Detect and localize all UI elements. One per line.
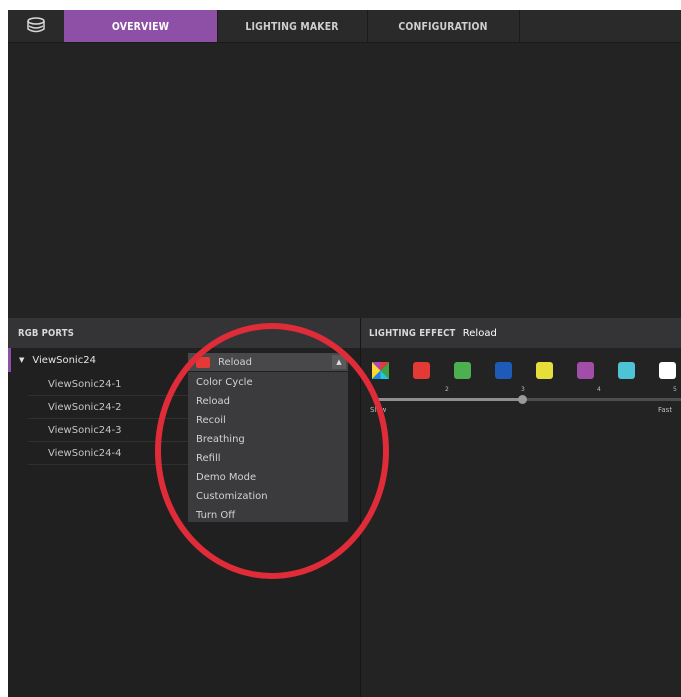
speed-slider-fill <box>373 398 523 401</box>
menu-item-recoil[interactable]: Recoil <box>196 411 226 430</box>
speed-tick-label: 5 <box>673 386 677 393</box>
port-tree-child[interactable]: ViewSonic24-4 <box>28 442 188 465</box>
rgb-ports-header: RGB PORTS <box>8 318 360 348</box>
port-parent-label: ViewSonic24 <box>32 354 96 366</box>
speed-tick-label: 2 <box>445 386 449 393</box>
menu-item-customization[interactable]: Customization <box>196 487 268 506</box>
lighting-effect-header: LIGHTING EFFECT Reload <box>361 318 681 348</box>
speed-min-label: Slow <box>370 406 387 414</box>
port-tree-child[interactable]: ViewSonic24-2 <box>28 396 188 419</box>
color-swatch-blue[interactable] <box>495 362 512 379</box>
color-swatch-green[interactable] <box>454 362 471 379</box>
device-preview-area <box>8 43 681 318</box>
tab-divider <box>217 10 218 42</box>
color-swatch-red[interactable] <box>413 362 430 379</box>
caret-up-icon[interactable]: ▲ <box>332 355 346 369</box>
menu-item-color-cycle[interactable]: Color Cycle <box>196 373 253 392</box>
rgb-ports-title: RGB PORTS <box>18 327 75 339</box>
menu-item-turn-off[interactable]: Turn Off <box>196 506 235 525</box>
tab-divider <box>519 10 520 42</box>
port-tree-child[interactable]: ViewSonic24-1 <box>28 373 188 396</box>
tab-lighting-maker[interactable]: LIGHTING MAKER <box>228 10 356 42</box>
color-swatch-purple[interactable] <box>577 362 594 379</box>
port-tree-parent[interactable]: ▼ ViewSonic24 <box>8 348 188 372</box>
menu-item-demo-mode[interactable]: Demo Mode <box>196 468 256 487</box>
dropdown-color-swatch <box>196 356 210 368</box>
speed-slider-thumb[interactable] <box>518 395 527 404</box>
effect-dropdown[interactable]: Reload ▲ <box>188 353 348 371</box>
app-logo-icon[interactable] <box>8 10 64 42</box>
speed-max-label: Fast <box>658 406 673 414</box>
tab-overview[interactable]: OVERVIEW <box>75 10 205 42</box>
speed-tick-label: 4 <box>597 386 601 393</box>
menu-item-reload[interactable]: Reload <box>196 392 230 411</box>
lighting-effect-title: LIGHTING EFFECT <box>369 327 456 339</box>
tab-configuration[interactable]: CONFIGURATION <box>378 10 507 42</box>
color-swatch-yellow[interactable] <box>536 362 553 379</box>
app-window: OVERVIEW LIGHTING MAKER CONFIGURATION RG… <box>8 10 681 697</box>
tab-divider <box>367 10 368 42</box>
color-swatch-white[interactable] <box>659 362 676 379</box>
caret-down-icon[interactable]: ▼ <box>19 356 24 364</box>
color-spectrum-icon[interactable] <box>372 362 389 379</box>
speed-tick-label: 3 <box>521 386 525 393</box>
port-tree-child[interactable]: ViewSonic24-3 <box>28 419 188 442</box>
lighting-effect-current: Reload <box>462 327 497 339</box>
top-nav-bar: OVERVIEW LIGHTING MAKER CONFIGURATION <box>8 10 681 43</box>
menu-item-breathing[interactable]: Breathing <box>196 430 245 449</box>
dropdown-selected-value: Reload <box>218 356 253 368</box>
menu-item-refill[interactable]: Refill <box>196 449 221 468</box>
color-swatch-cyan[interactable] <box>618 362 635 379</box>
effect-dropdown-menu: Color Cycle Reload Recoil Breathing Refi… <box>188 372 348 522</box>
